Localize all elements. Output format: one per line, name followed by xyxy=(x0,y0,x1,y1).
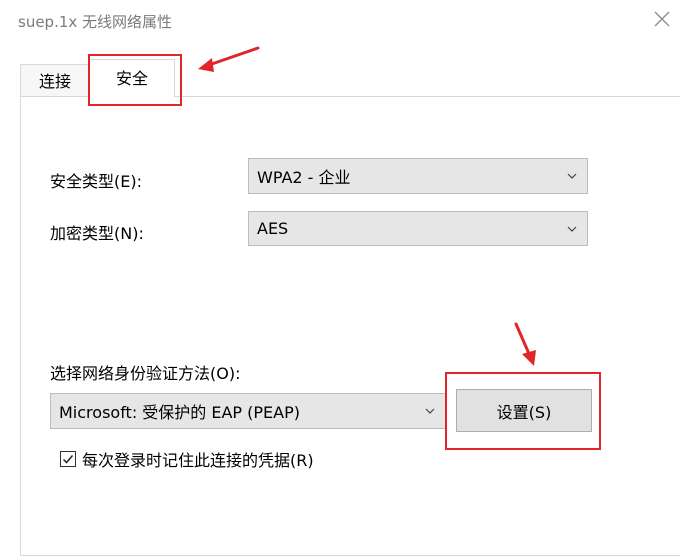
security-type-value: WPA2 - 企业 xyxy=(257,168,351,187)
remember-credentials-checkbox[interactable]: 每次登录时记住此连接的凭据(R) xyxy=(60,447,314,471)
close-icon[interactable] xyxy=(652,9,672,29)
checkbox-checked-icon[interactable] xyxy=(60,451,76,467)
encryption-type-value: AES xyxy=(257,219,289,238)
encryption-type-select[interactable]: AES xyxy=(248,211,588,246)
highlight-box-security-tab xyxy=(88,54,182,106)
remember-credentials-label: 每次登录时记住此连接的凭据(R) xyxy=(82,451,314,470)
chevron-down-icon xyxy=(565,222,579,236)
auth-method-select[interactable]: Microsoft: 受保护的 EAP (PEAP) xyxy=(50,393,446,429)
encryption-type-label: 加密类型(N): xyxy=(50,224,144,243)
security-type-label: 安全类型(E): xyxy=(50,172,142,191)
arrow-to-settings-button xyxy=(508,320,542,370)
tab-connection[interactable]: 连接 xyxy=(20,64,90,97)
auth-method-label: 选择网络身份验证方法(O): xyxy=(50,364,241,383)
auth-method-value: Microsoft: 受保护的 EAP (PEAP) xyxy=(59,403,301,422)
window-title: suep.1x 无线网络属性 xyxy=(18,13,173,31)
chevron-down-icon xyxy=(565,169,579,183)
chevron-down-icon xyxy=(423,404,437,418)
security-type-select[interactable]: WPA2 - 企业 xyxy=(248,158,588,194)
arrow-to-security-tab xyxy=(192,44,264,78)
highlight-box-settings-button xyxy=(445,372,601,450)
